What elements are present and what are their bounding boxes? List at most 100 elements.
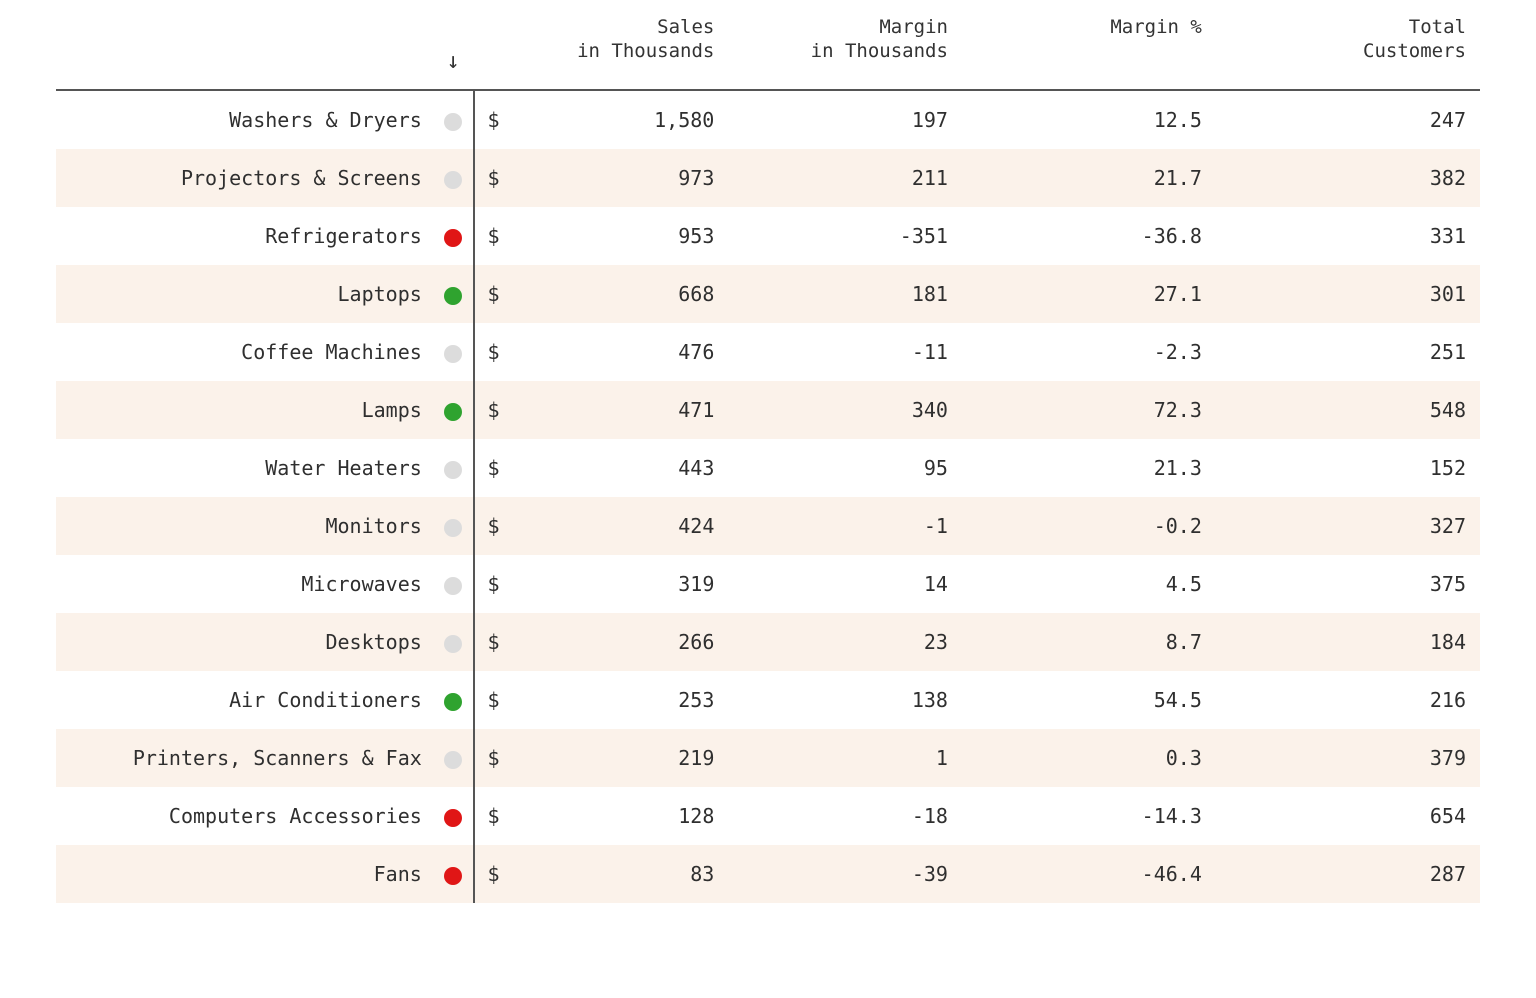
status-dot-icon	[444, 113, 462, 131]
header-sales[interactable]: Sales in Thousands	[515, 8, 728, 90]
category-label: Coffee Machines	[56, 323, 432, 381]
table-row[interactable]: Fans$83-39-46.4287	[56, 845, 1480, 903]
customers-value: 375	[1216, 555, 1480, 613]
margin-pct-value: -0.2	[962, 497, 1216, 555]
margin-pct-value: 0.3	[962, 729, 1216, 787]
sales-value: 424	[515, 497, 728, 555]
customers-value: 251	[1216, 323, 1480, 381]
margin-pct-value: 8.7	[962, 613, 1216, 671]
table-row[interactable]: Coffee Machines$476-11-2.3251	[56, 323, 1480, 381]
margin-pct-value: 21.3	[962, 439, 1216, 497]
customers-value: 331	[1216, 207, 1480, 265]
customers-value: 216	[1216, 671, 1480, 729]
category-label: Desktops	[56, 613, 432, 671]
sales-value: 253	[515, 671, 728, 729]
table-row[interactable]: Water Heaters$4439521.3152	[56, 439, 1480, 497]
status-dot-icon	[444, 693, 462, 711]
sales-value: 668	[515, 265, 728, 323]
sales-value: 443	[515, 439, 728, 497]
currency-symbol: $	[474, 381, 515, 439]
margin-value: 340	[728, 381, 962, 439]
currency-symbol: $	[474, 671, 515, 729]
margin-pct-value: -14.3	[962, 787, 1216, 845]
status-dot-cell	[432, 613, 475, 671]
margin-pct-value: -46.4	[962, 845, 1216, 903]
currency-symbol: $	[474, 787, 515, 845]
currency-symbol: $	[474, 845, 515, 903]
table-row[interactable]: Desktops$266238.7184	[56, 613, 1480, 671]
currency-symbol: $	[474, 729, 515, 787]
status-dot-icon	[444, 577, 462, 595]
status-dot-icon	[444, 635, 462, 653]
margin-value: -1	[728, 497, 962, 555]
header-margin-pct[interactable]: Margin %	[962, 8, 1216, 90]
currency-symbol: $	[474, 497, 515, 555]
margin-value: 1	[728, 729, 962, 787]
currency-symbol: $	[474, 439, 515, 497]
currency-symbol: $	[474, 265, 515, 323]
category-label: Lamps	[56, 381, 432, 439]
product-metrics-table: ↓ Sales in Thousands Margin in Thousands…	[56, 8, 1480, 903]
margin-value: 95	[728, 439, 962, 497]
category-label: Air Conditioners	[56, 671, 432, 729]
margin-value: 138	[728, 671, 962, 729]
table-row[interactable]: Computers Accessories$128-18-14.3654	[56, 787, 1480, 845]
category-label: Laptops	[56, 265, 432, 323]
currency-symbol: $	[474, 613, 515, 671]
status-dot-cell	[432, 497, 475, 555]
margin-value: -11	[728, 323, 962, 381]
status-dot-cell	[432, 671, 475, 729]
table-row[interactable]: Monitors $424-1-0.2327	[56, 497, 1480, 555]
sales-value: 1,580	[515, 90, 728, 149]
status-dot-cell	[432, 381, 475, 439]
margin-value: 181	[728, 265, 962, 323]
customers-value: 247	[1216, 90, 1480, 149]
category-label: Microwaves	[56, 555, 432, 613]
table-row[interactable]: Lamps$47134072.3548	[56, 381, 1480, 439]
status-dot-icon	[444, 751, 462, 769]
status-dot-cell	[432, 323, 475, 381]
category-label: Monitors	[56, 497, 432, 555]
status-dot-icon	[444, 519, 462, 537]
sales-value: 266	[515, 613, 728, 671]
status-dot-icon	[444, 229, 462, 247]
margin-value: 14	[728, 555, 962, 613]
currency-symbol: $	[474, 90, 515, 149]
status-dot-icon	[444, 345, 462, 363]
header-margin[interactable]: Margin in Thousands	[728, 8, 962, 90]
table-row[interactable]: Air Conditioners $25313854.5216	[56, 671, 1480, 729]
status-dot-icon	[444, 171, 462, 189]
table-row[interactable]: Microwaves$319144.5375	[56, 555, 1480, 613]
table-row[interactable]: Printers, Scanners & Fax$21910.3379	[56, 729, 1480, 787]
status-dot-icon	[444, 809, 462, 827]
table-row[interactable]: Projectors & Screens$97321121.7382	[56, 149, 1480, 207]
margin-value: -351	[728, 207, 962, 265]
category-label: Fans	[56, 845, 432, 903]
category-label: Projectors & Screens	[56, 149, 432, 207]
sales-value: 83	[515, 845, 728, 903]
margin-pct-value: 54.5	[962, 671, 1216, 729]
category-label: Refrigerators	[56, 207, 432, 265]
margin-pct-value: 12.5	[962, 90, 1216, 149]
customers-value: 327	[1216, 497, 1480, 555]
margin-pct-value: -2.3	[962, 323, 1216, 381]
table-row[interactable]: Refrigerators$953-351-36.8331	[56, 207, 1480, 265]
header-customers[interactable]: Total Customers	[1216, 8, 1480, 90]
sort-indicator-cell[interactable]: ↓	[432, 8, 475, 90]
header-category[interactable]	[56, 8, 432, 90]
sales-value: 471	[515, 381, 728, 439]
table-row[interactable]: Laptops$66818127.1301	[56, 265, 1480, 323]
sales-value: 219	[515, 729, 728, 787]
margin-pct-value: -36.8	[962, 207, 1216, 265]
status-dot-cell	[432, 845, 475, 903]
status-dot-cell	[432, 90, 475, 149]
margin-pct-value: 21.7	[962, 149, 1216, 207]
customers-value: 382	[1216, 149, 1480, 207]
table-row[interactable]: Washers & Dryers$1,58019712.5247	[56, 90, 1480, 149]
status-dot-icon	[444, 461, 462, 479]
category-label: Computers Accessories	[56, 787, 432, 845]
sales-value: 476	[515, 323, 728, 381]
currency-symbol: $	[474, 149, 515, 207]
arrow-down-icon: ↓	[447, 49, 460, 74]
margin-pct-value: 72.3	[962, 381, 1216, 439]
